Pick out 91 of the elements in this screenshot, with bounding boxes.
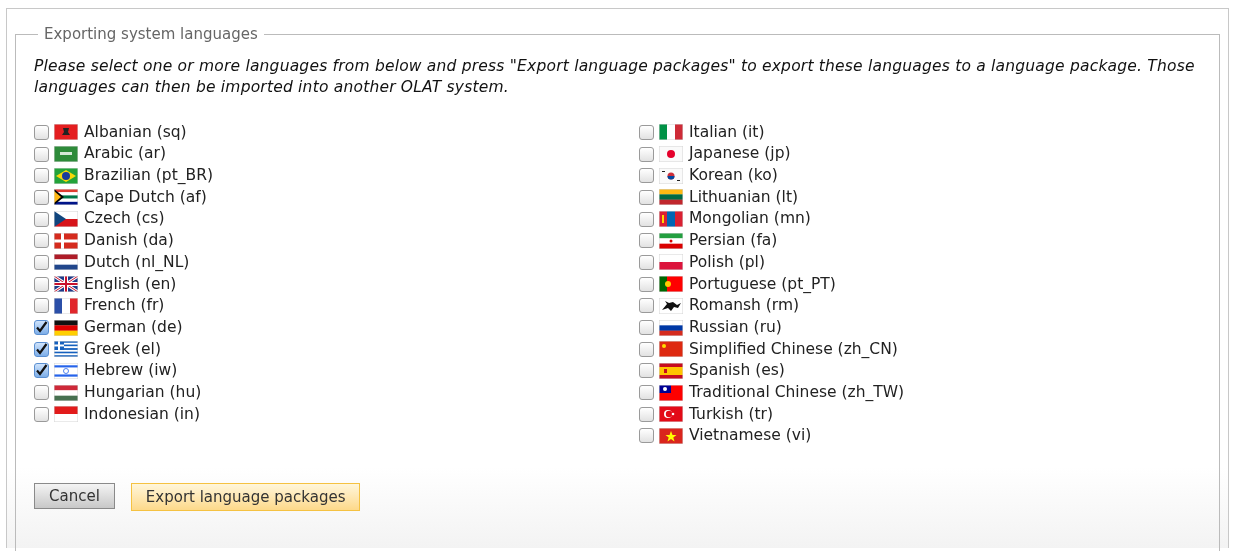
flag-icon bbox=[54, 189, 78, 206]
checkbox[interactable] bbox=[34, 168, 49, 184]
flag-icon bbox=[659, 427, 683, 444]
language-label: Turkish (tr) bbox=[689, 403, 773, 425]
language-label: Italian (it) bbox=[689, 121, 765, 143]
language-label: Persian (fa) bbox=[689, 230, 778, 252]
language-label: German (de) bbox=[84, 316, 183, 338]
flag-icon bbox=[659, 362, 683, 379]
language-label: Hungarian (hu) bbox=[84, 381, 202, 403]
flag-icon bbox=[659, 124, 683, 141]
language-label: Cape Dutch (af) bbox=[84, 186, 207, 208]
language-label: Russian (ru) bbox=[689, 316, 782, 338]
flag-icon bbox=[54, 211, 78, 228]
flag-icon bbox=[54, 124, 78, 141]
flag-icon bbox=[54, 341, 78, 358]
checkbox[interactable] bbox=[34, 276, 49, 292]
flag-icon bbox=[54, 362, 78, 379]
checkbox[interactable] bbox=[639, 363, 654, 379]
checkbox[interactable] bbox=[34, 341, 49, 357]
cancel-button[interactable]: Cancel bbox=[34, 482, 115, 509]
checkbox[interactable] bbox=[34, 363, 49, 379]
flag-icon bbox=[54, 319, 78, 336]
flag-icon bbox=[659, 341, 683, 358]
language-label: Simplified Chinese (zh_CN) bbox=[689, 338, 898, 360]
checkbox[interactable] bbox=[34, 254, 49, 270]
language-label: French (fr) bbox=[84, 295, 165, 317]
flag-icon bbox=[659, 211, 683, 228]
checkbox[interactable] bbox=[639, 211, 654, 227]
checkbox[interactable] bbox=[639, 124, 654, 140]
flag-icon bbox=[659, 276, 683, 293]
checkbox[interactable] bbox=[34, 320, 49, 336]
checkbox[interactable] bbox=[34, 211, 49, 227]
language-label: Greek (el) bbox=[84, 338, 161, 360]
checkbox[interactable] bbox=[639, 406, 654, 422]
checkbox[interactable] bbox=[34, 233, 49, 249]
checkbox[interactable] bbox=[34, 146, 49, 162]
checkbox[interactable] bbox=[639, 254, 654, 270]
export-button[interactable]: Export language packages bbox=[130, 482, 361, 511]
flag-icon bbox=[54, 232, 78, 249]
language-label: Brazilian (pt_BR) bbox=[84, 165, 213, 187]
language-label: Arabic (ar) bbox=[84, 143, 167, 165]
checkbox[interactable] bbox=[34, 189, 49, 205]
language-label: Romansh (rm) bbox=[689, 295, 800, 317]
flag-icon bbox=[54, 146, 78, 163]
checkbox[interactable] bbox=[639, 341, 654, 357]
language-label: Indonesian (in) bbox=[84, 403, 200, 425]
language-label: Lithuanian (lt) bbox=[689, 186, 799, 208]
language-label: Mongolian (mn) bbox=[689, 208, 811, 230]
checkbox[interactable] bbox=[639, 298, 654, 314]
checkbox[interactable] bbox=[639, 168, 654, 184]
section-legend: Exporting system languages bbox=[38, 23, 264, 46]
language-label: Danish (da) bbox=[84, 230, 174, 252]
language-label: Dutch (nl_NL) bbox=[84, 251, 190, 273]
flag-icon bbox=[54, 254, 78, 271]
flag-icon bbox=[659, 254, 683, 271]
description-text: Please select one or more languages from below and press "Export language packages" to export these languages to a language package. Those languages can then be imported into another OLAT system. bbox=[34, 55, 1196, 98]
flag-icon bbox=[54, 384, 78, 401]
language-label: Portuguese (pt_PT) bbox=[689, 273, 836, 295]
flag-icon bbox=[54, 406, 78, 423]
flag-icon bbox=[659, 297, 683, 314]
flag-icon bbox=[659, 384, 683, 401]
flag-icon bbox=[54, 297, 78, 314]
language-label: Spanish (es) bbox=[689, 360, 785, 382]
checkbox[interactable] bbox=[639, 385, 654, 401]
flag-icon bbox=[54, 276, 78, 293]
flag-icon bbox=[659, 146, 683, 163]
language-label: Polish (pl) bbox=[689, 251, 765, 273]
language-label: Albanian (sq) bbox=[84, 121, 187, 143]
checkbox[interactable] bbox=[34, 385, 49, 401]
checkbox[interactable] bbox=[639, 428, 654, 444]
flag-icon bbox=[659, 189, 683, 206]
checkbox[interactable] bbox=[34, 406, 49, 422]
language-label: Vietnamese (vi) bbox=[689, 425, 812, 447]
checkbox[interactable] bbox=[639, 189, 654, 205]
flag-icon bbox=[659, 406, 683, 423]
flag-icon bbox=[659, 232, 683, 249]
checkbox[interactable] bbox=[639, 320, 654, 336]
language-label: Korean (ko) bbox=[689, 165, 778, 187]
flag-icon bbox=[659, 319, 683, 336]
checkbox[interactable] bbox=[34, 298, 49, 314]
checkbox[interactable] bbox=[639, 146, 654, 162]
language-label: English (en) bbox=[84, 273, 177, 295]
language-label: Japanese (jp) bbox=[689, 143, 791, 165]
checkbox[interactable] bbox=[639, 233, 654, 249]
flag-icon bbox=[659, 167, 683, 184]
language-label: Traditional Chinese (zh_TW) bbox=[689, 381, 905, 403]
language-label: Czech (cs) bbox=[84, 208, 165, 230]
flag-icon bbox=[54, 167, 78, 184]
checkbox[interactable] bbox=[34, 124, 49, 140]
language-label: Hebrew (iw) bbox=[84, 360, 178, 382]
checkbox[interactable] bbox=[639, 276, 654, 292]
